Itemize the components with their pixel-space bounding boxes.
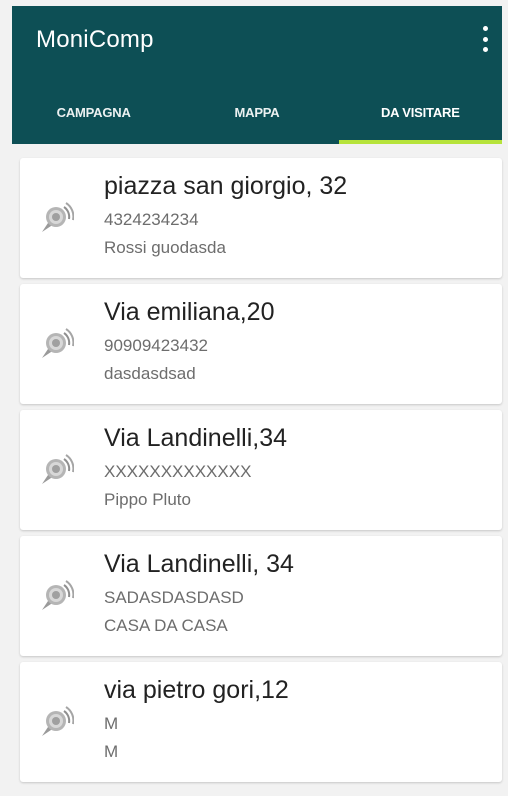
- item-code: XXXXXXXXXXXXX: [104, 462, 252, 481]
- satellite-dish-icon: [42, 202, 74, 232]
- list-item[interactable]: piazza san giorgio, 32 4324234234 Rossi …: [20, 158, 502, 278]
- overflow-dot: [482, 36, 488, 42]
- overflow-dot: [482, 26, 488, 31]
- item-code: M: [104, 714, 119, 733]
- satellite-dish-icon: [42, 454, 74, 484]
- list-item[interactable]: Via emiliana,20 90909423432 dasdasdsad: [20, 284, 502, 404]
- satellite-dish-icon: [42, 328, 74, 358]
- tab-campagna[interactable]: CAMPAGNA: [12, 80, 175, 144]
- item-name: CASA DA CASA: [104, 616, 228, 635]
- item-code: SADASDASDASD: [104, 588, 244, 607]
- item-address: Via Landinelli, 34: [104, 550, 294, 578]
- overflow-dot: [482, 47, 488, 52]
- list-item[interactable]: Via Landinelli, 34 SADASDASDASD CASA DA …: [20, 536, 502, 656]
- overflow-menu-icon[interactable]: [478, 26, 492, 52]
- list-item[interactable]: via pietro gori,12 M M: [20, 662, 502, 782]
- item-name: Pippo Pluto: [104, 490, 191, 509]
- item-address: Via emiliana,20: [104, 298, 275, 326]
- item-name: dasdasdsad: [104, 364, 196, 383]
- tab-da-visitare[interactable]: DA VISITARE: [338, 80, 503, 144]
- satellite-dish-icon: [42, 580, 74, 610]
- list-item[interactable]: Via Landinelli,34 XXXXXXXXXXXXX Pippo Pl…: [20, 410, 502, 530]
- app-bar: MoniComp CAMPAGNA MAPPA DA VISITARE: [12, 6, 503, 144]
- item-code: 90909423432: [104, 336, 209, 355]
- item-code: 4324234234: [104, 210, 199, 229]
- tab-bar: CAMPAGNA MAPPA DA VISITARE: [12, 80, 503, 144]
- item-name: Rossi guodasda: [104, 238, 226, 257]
- item-name: M: [104, 742, 119, 761]
- app-title: MoniComp: [36, 26, 154, 53]
- item-address: via pietro gori,12: [104, 676, 289, 704]
- satellite-dish-icon: [42, 706, 74, 736]
- item-address: Via Landinelli,34: [104, 424, 288, 452]
- tab-mappa[interactable]: MAPPA: [175, 80, 338, 144]
- item-address: piazza san giorgio, 32: [104, 172, 348, 200]
- visit-list: piazza san giorgio, 32 4324234234 Rossi …: [20, 158, 502, 788]
